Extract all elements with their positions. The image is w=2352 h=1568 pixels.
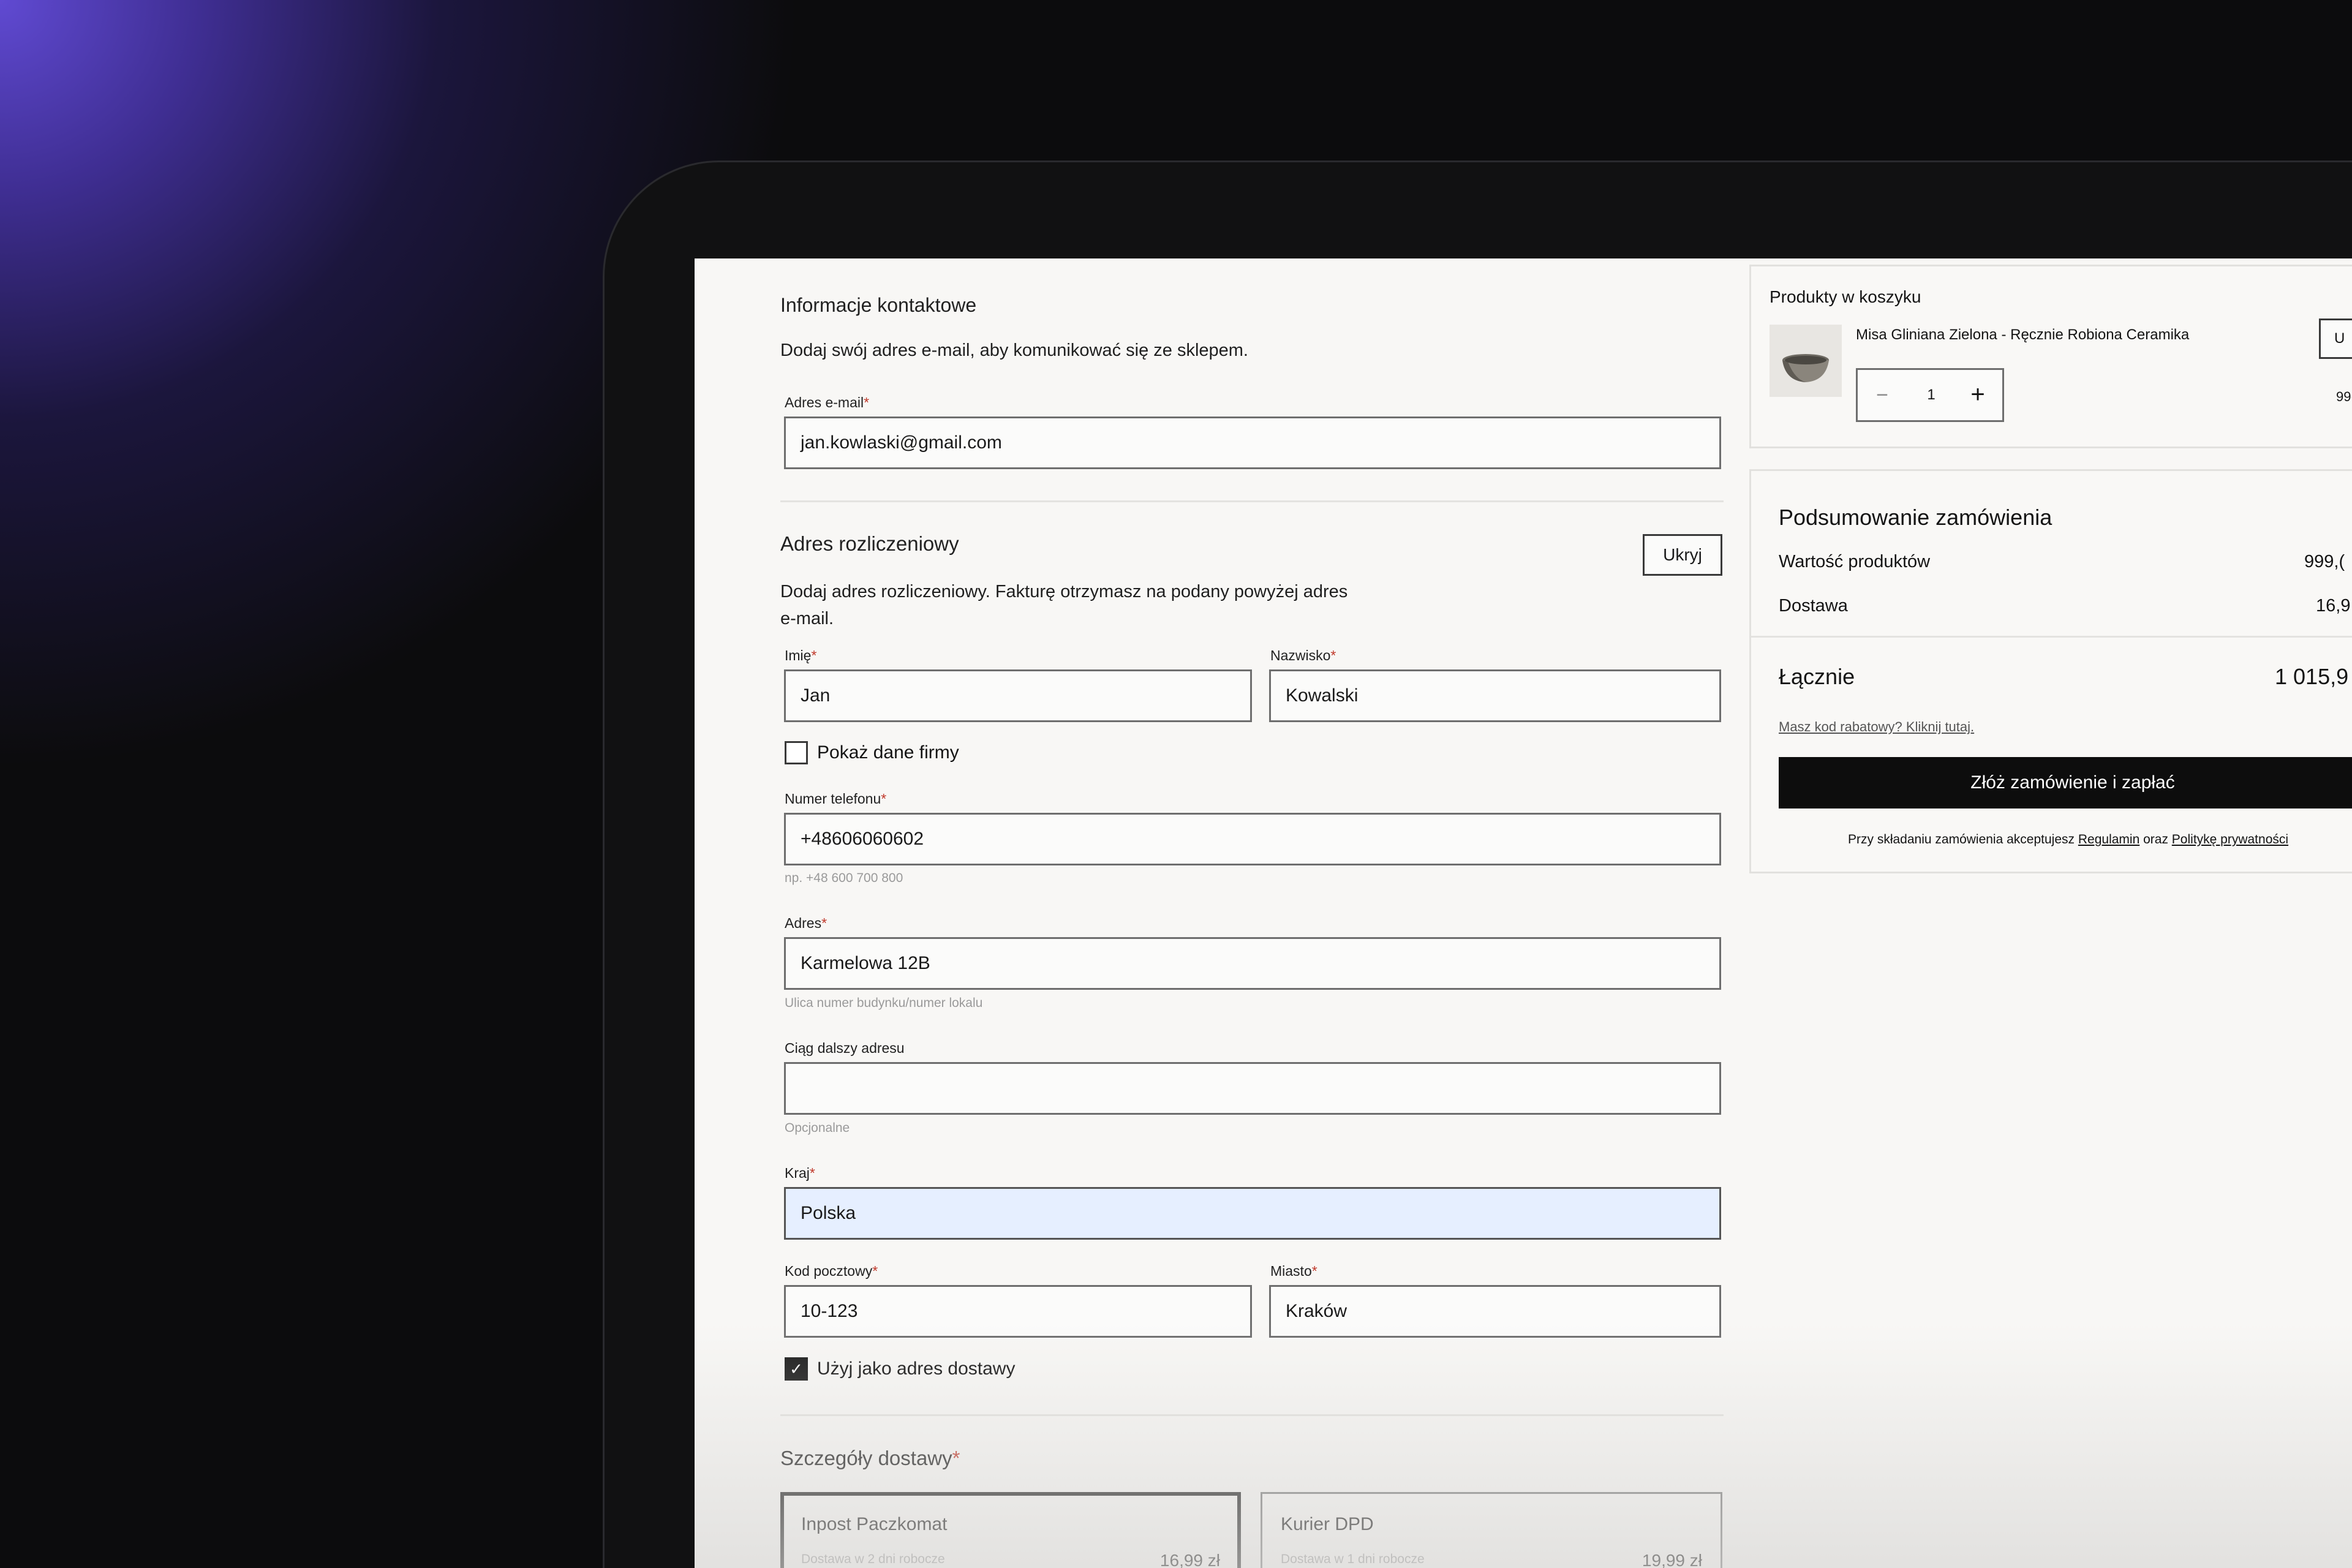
contact-description: Dodaj swój adres e-mail, aby komunikować… xyxy=(780,341,1248,360)
address-field[interactable]: Karmelowa 12B xyxy=(784,937,1721,990)
checkout-screen: Informacje kontaktowe Dodaj swój adres e… xyxy=(695,258,2352,1568)
product-thumbnail xyxy=(1770,325,1842,397)
ceramic-bowl-icon xyxy=(1782,354,1829,382)
quantity-stepper: − 1 + xyxy=(1856,368,2004,422)
email-field[interactable]: jan.kowlaski@gmail.com xyxy=(784,417,1721,469)
terms-and: oraz xyxy=(2143,832,2168,846)
divider xyxy=(780,500,1724,502)
city-label: Miasto* xyxy=(1270,1263,1317,1279)
shipping-option-price: 19,99 zł xyxy=(1642,1551,1702,1568)
company-checkbox[interactable] xyxy=(785,741,808,764)
shipping-option-name: Kurier DPD xyxy=(1281,1514,1374,1534)
billing-description-line1: Dodaj adres rozliczeniowy. Fakturę otrzy… xyxy=(780,582,1348,601)
discount-code-link[interactable]: Masz kod rabatowy? Kliknij tutaj. xyxy=(1779,719,1974,735)
shipping-option-price: 16,99 zł xyxy=(1159,1551,1220,1568)
quantity-value[interactable]: 1 xyxy=(1918,380,1945,410)
address-label: Adres* xyxy=(785,915,827,931)
shipping-option-inpost[interactable]: Inpost Paczkomat Dostawa w 2 dni robocze… xyxy=(780,1492,1241,1568)
contact-section-title: Informacje kontaktowe xyxy=(780,294,977,316)
products-value-label: Wartość produktów xyxy=(1779,552,1931,571)
product-price: 99( xyxy=(2336,389,2352,404)
shipping-option-name: Inpost Paczkomat xyxy=(801,1514,948,1534)
use-as-shipping-checkbox[interactable]: ✓ xyxy=(785,1357,808,1381)
shipping-option-dpd[interactable]: Kurier DPD Dostawa w 1 dni robocze 19,99… xyxy=(1261,1492,1722,1568)
phone-hint: np. +48 600 700 800 xyxy=(785,871,903,885)
total-label: Łącznie xyxy=(1779,664,1855,689)
email-label: Adres e-mail* xyxy=(785,394,870,410)
hide-billing-button[interactable]: Ukryj xyxy=(1643,534,1722,576)
use-as-shipping-label[interactable]: Użyj jako adres dostawy xyxy=(817,1357,1015,1381)
first-name-field[interactable]: Jan xyxy=(784,669,1252,722)
shipping-cost-value: 16,9 xyxy=(2316,596,2351,616)
first-name-label: Imię* xyxy=(785,647,817,663)
address2-field[interactable] xyxy=(784,1062,1721,1115)
order-summary-card: Podsumowanie zamówienia Wartość produktó… xyxy=(1749,469,2352,873)
shipping-cost-label: Dostawa xyxy=(1779,596,1848,616)
country-label: Kraj* xyxy=(785,1165,815,1181)
divider xyxy=(1751,636,2352,638)
last-name-label: Nazwisko* xyxy=(1270,647,1336,663)
terms-notice: Przy składaniu zamówienia akceptujesz Re… xyxy=(1848,832,2288,847)
postal-code-field[interactable]: 10-123 xyxy=(784,1285,1252,1338)
increase-quantity-button[interactable]: + xyxy=(1963,379,1992,410)
shipping-section-title: Szczegóły dostawy* xyxy=(780,1447,960,1469)
privacy-policy-link[interactable]: Politykę prywatności xyxy=(2172,832,2288,846)
city-field[interactable]: Kraków xyxy=(1269,1285,1721,1338)
address2-label: Ciąg dalszy adresu xyxy=(785,1040,905,1056)
phone-field[interactable]: +48606060602 xyxy=(784,813,1721,865)
decrease-quantity-button[interactable]: − xyxy=(1869,380,1896,410)
billing-section-title: Adres rozliczeniowy xyxy=(780,532,959,555)
address-hint: Ulica numer budynku/numer lokalu xyxy=(785,996,983,1010)
billing-description-line2: e-mail. xyxy=(780,609,834,628)
postal-code-label: Kod pocztowy* xyxy=(785,1263,878,1279)
country-select[interactable]: Polska xyxy=(784,1187,1721,1240)
terms-prefix: Przy składaniu zamówienia akceptujesz xyxy=(1848,832,2075,846)
last-name-field[interactable]: Kowalski xyxy=(1269,669,1721,722)
remove-item-button[interactable]: U xyxy=(2319,318,2352,359)
cart-title: Produkty w koszyku xyxy=(1770,287,1921,306)
product-name: Misa Gliniana Zielona - Ręcznie Robiona … xyxy=(1856,326,2190,343)
summary-title: Podsumowanie zamówienia xyxy=(1779,505,2052,530)
shipping-option-time: Dostawa w 1 dni robocze xyxy=(1281,1552,1425,1566)
company-checkbox-label[interactable]: Pokaż dane firmy xyxy=(817,741,959,764)
total-value: 1 015,9 xyxy=(2275,664,2349,689)
divider xyxy=(780,1414,1724,1416)
place-order-button[interactable]: Złóż zamówienie i zapłać xyxy=(1779,757,2352,809)
shipping-option-time: Dostawa w 2 dni robocze xyxy=(801,1552,945,1566)
address2-hint: Opcjonalne xyxy=(785,1121,850,1135)
products-value: 999,( xyxy=(2304,552,2345,571)
phone-label: Numer telefonu* xyxy=(785,791,887,807)
terms-link[interactable]: Regulamin xyxy=(2078,832,2139,846)
cart-card: Produkty w koszyku Misa Gliniana Zielona… xyxy=(1749,265,2352,448)
